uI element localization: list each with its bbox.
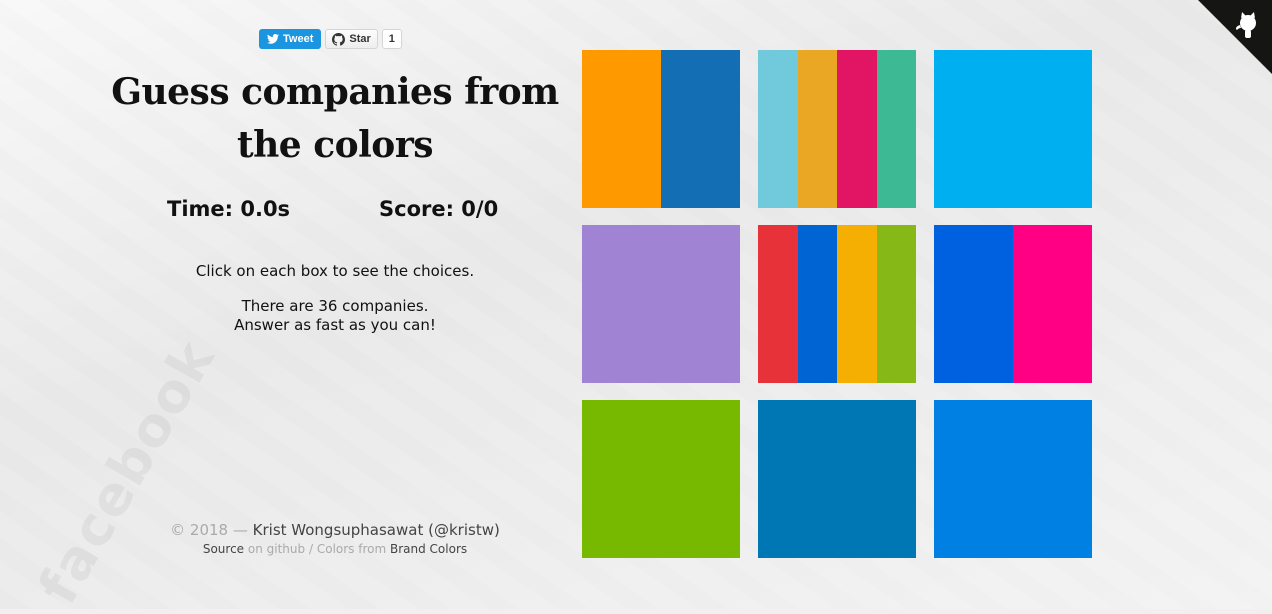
color-stripe [876, 225, 916, 383]
color-tile[interactable] [758, 225, 916, 383]
instruction-speed: Answer as fast as you can! [234, 316, 436, 334]
instruction-count: There are 36 companies. [241, 297, 429, 315]
color-tile[interactable] [582, 50, 740, 208]
color-tile[interactable] [934, 50, 1092, 208]
color-stripe [582, 50, 661, 208]
page-title: Guess companies from the colors [111, 71, 559, 166]
github-link[interactable]: on github [248, 542, 305, 556]
github-corner-icon[interactable] [1198, 0, 1272, 74]
time-display: Time: 0.0s [167, 197, 291, 221]
color-tile[interactable] [934, 400, 1092, 558]
github-star-button[interactable]: Star [325, 29, 378, 49]
footer-links: Source on github / Colors from Brand Col… [110, 542, 560, 556]
instruction-click: Click on each box to see the choices. [195, 262, 475, 280]
color-stripe [758, 50, 798, 208]
star-label: Star [349, 33, 371, 45]
footer-separator: / [308, 542, 314, 556]
color-tile[interactable] [934, 225, 1092, 383]
color-stripe [1013, 225, 1092, 383]
color-stripe [934, 50, 1092, 208]
color-stripe [758, 400, 916, 558]
color-stripe [876, 50, 916, 208]
color-tile-grid [582, 50, 1092, 558]
color-stripe [837, 50, 877, 208]
twitter-bird-icon [267, 34, 279, 44]
tweet-label: Tweet [283, 33, 314, 45]
github-icon [332, 32, 346, 46]
footer-credit: © 2018 — Krist Wongsuphasawat (@kristw) [110, 521, 560, 539]
tweet-button[interactable]: Tweet [259, 29, 322, 49]
colors-from-label: Colors from [316, 542, 387, 556]
copyright-text: © 2018 — [170, 521, 248, 539]
left-panel: Tweet Star 1 Guess companies from the co… [0, 0, 560, 609]
color-stripe [758, 225, 798, 383]
color-stripe [934, 225, 1013, 383]
color-stripe [661, 50, 740, 208]
color-stripe [582, 400, 740, 558]
color-tile[interactable] [582, 225, 740, 383]
color-stripe [797, 225, 837, 383]
color-tile[interactable] [758, 400, 916, 558]
color-stripe [934, 400, 1092, 558]
author-name[interactable]: Krist Wongsuphasawat [253, 521, 424, 539]
social-buttons: Tweet Star 1 [259, 29, 402, 49]
source-label: Source [202, 542, 245, 556]
author-handle[interactable]: (@kristw) [428, 521, 500, 539]
color-stripe [582, 225, 740, 383]
score-display: Score: 0/0 [379, 197, 499, 221]
star-count[interactable]: 1 [381, 29, 402, 49]
color-tile[interactable] [582, 400, 740, 558]
color-stripe [797, 50, 837, 208]
color-tile[interactable] [758, 50, 916, 208]
brand-colors-link[interactable]: Brand Colors [390, 542, 467, 556]
color-stripe [837, 225, 877, 383]
